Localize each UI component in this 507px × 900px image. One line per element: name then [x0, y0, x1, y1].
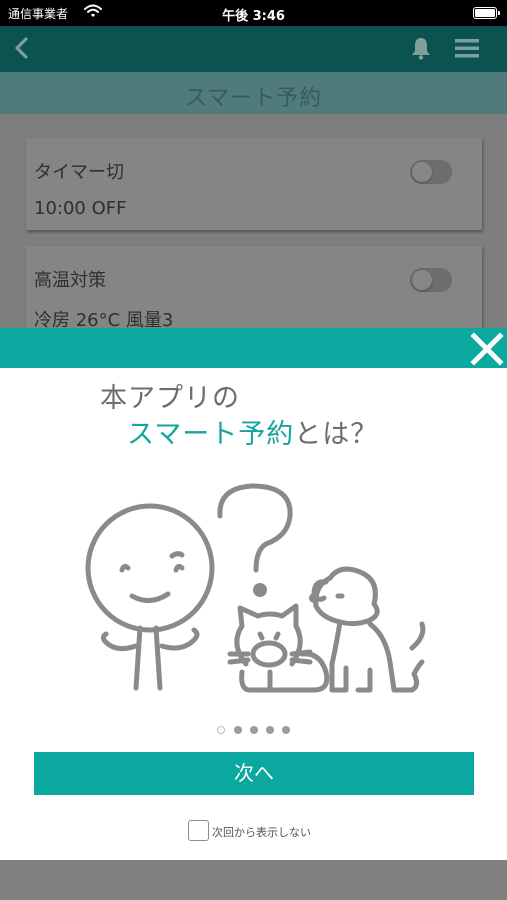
reservation-name: タイマー切	[34, 162, 124, 183]
screen: 通信事業者 午後 3:46 スマート予約 タイマー切 10:00 OFF 高温対…	[0, 0, 507, 900]
modal-header	[0, 328, 507, 368]
reservation-toggle[interactable]	[410, 160, 452, 184]
page-dot[interactable]	[282, 726, 290, 734]
reservation-card[interactable]: タイマー切 10:00 OFF	[26, 138, 482, 230]
modal-heading-accent: スマート予約	[127, 419, 295, 450]
bell-icon[interactable]	[410, 36, 432, 60]
status-bar: 通信事業者 午後 3:46	[0, 0, 507, 26]
clock: 午後 3:46	[222, 9, 285, 24]
page-dot[interactable]	[250, 726, 258, 734]
next-button[interactable]: 次へ	[34, 752, 474, 795]
dont-show-again-checkbox[interactable]	[188, 820, 209, 841]
hamburger-menu-icon[interactable]	[455, 38, 479, 58]
page-dot-active[interactable]	[217, 726, 225, 734]
back-chevron-icon[interactable]	[10, 34, 34, 62]
page-title: スマート予約	[184, 86, 323, 111]
close-x-icon[interactable]	[470, 332, 504, 366]
modal-heading-line2: スマート予約とは？	[127, 412, 378, 451]
person-question-cat-dog-illustration	[85, 483, 426, 693]
app-header	[0, 26, 507, 72]
dont-show-again-label[interactable]: 次回から表示しない	[212, 824, 311, 840]
page-title-bar: スマート予約	[0, 72, 507, 114]
page-indicator	[215, 726, 295, 738]
reservation-value: 10:00 OFF	[34, 198, 127, 219]
reservation-card[interactable]: 高温対策 冷房 26°C 風量3	[26, 246, 482, 336]
reservation-toggle[interactable]	[410, 268, 452, 292]
bottom-overlay	[0, 860, 507, 900]
page-dot[interactable]	[234, 726, 242, 734]
modal-heading-rest: とは？	[294, 419, 379, 450]
modal-body: 本アプリの スマート予約とは？ 次へ 次回から表示しない	[0, 368, 507, 860]
page-dot[interactable]	[266, 726, 274, 734]
reservation-name: 高温対策	[34, 270, 106, 291]
modal-heading-line1: 本アプリの	[100, 383, 240, 414]
battery-icon	[473, 7, 500, 19]
